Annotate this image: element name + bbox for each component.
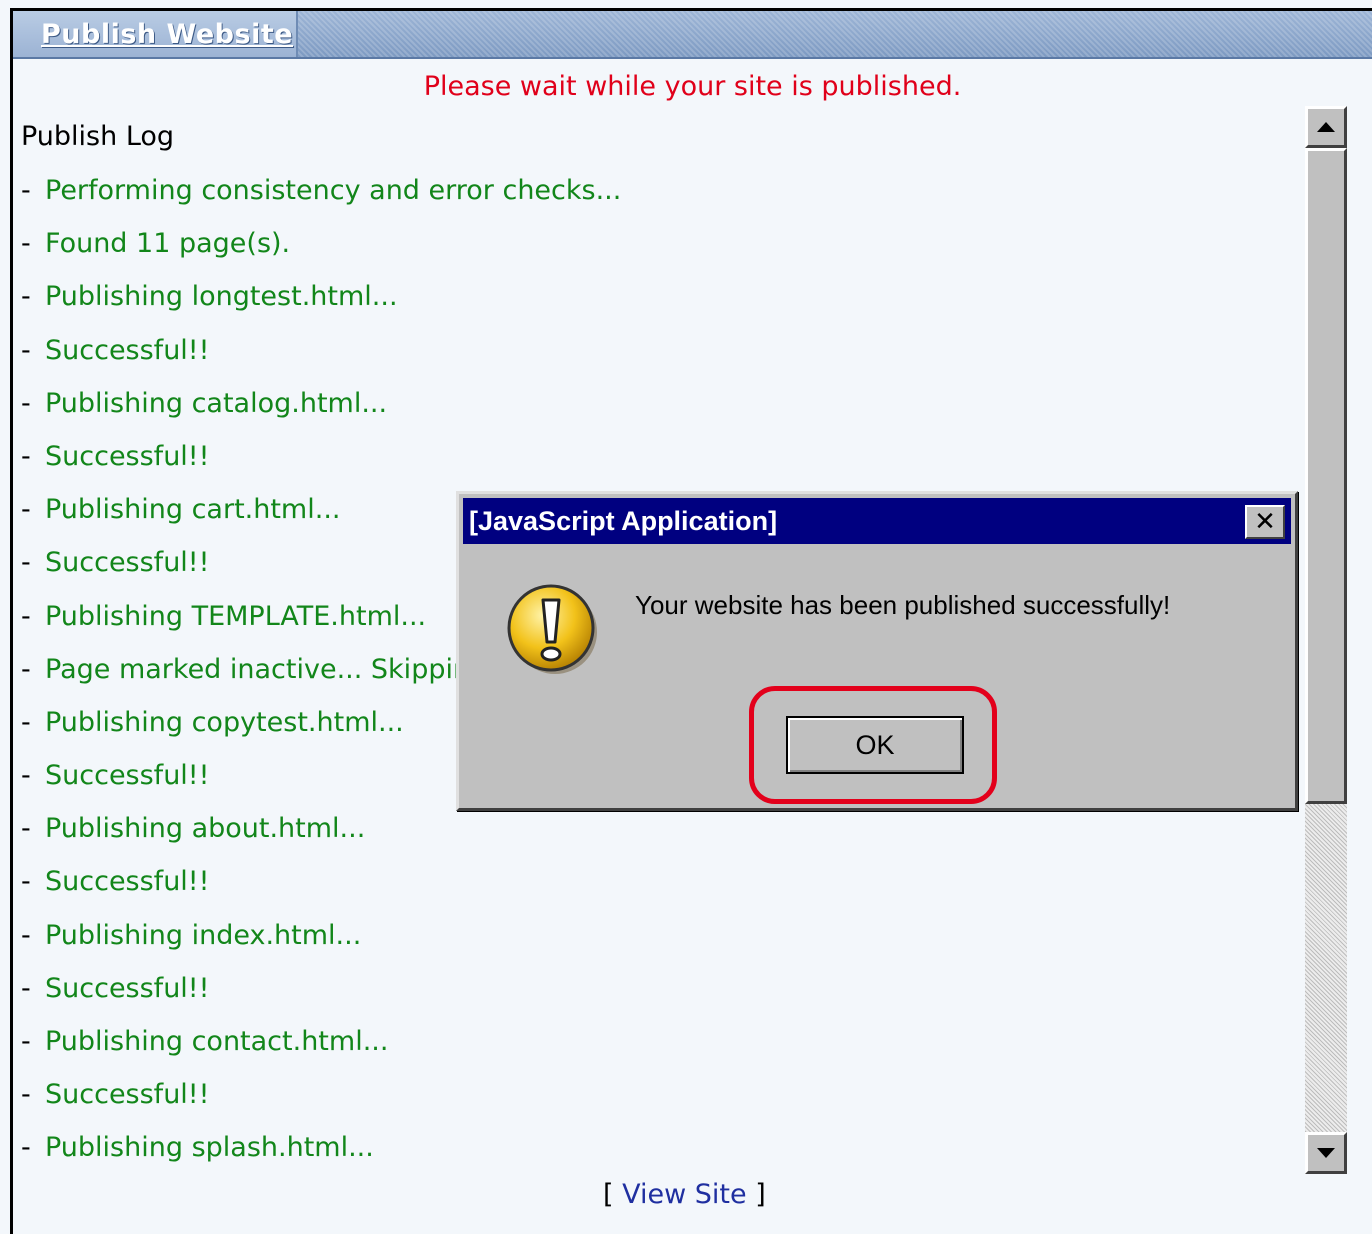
log-entry-text: Performing consistency and error checks.… xyxy=(45,175,622,206)
log-entry-text: Successful!! xyxy=(45,334,210,366)
publish-panel: Publish Website Please wait while your s… xyxy=(10,8,1372,1234)
log-entry-text: Successful!! xyxy=(45,547,210,579)
log-bullet: - xyxy=(21,600,31,632)
dialog-title: [JavaScript Application] xyxy=(469,506,778,536)
log-bullet: - xyxy=(21,228,31,260)
log-entry-text: Publishing about.html... xyxy=(45,813,366,845)
log-entry: - Publishing longtest.html... xyxy=(21,280,621,333)
alert-dialog: [JavaScript Application] ✕ Your website … xyxy=(456,491,1298,811)
log-entry-text: Page marked inactive... Skipping xyxy=(45,653,488,685)
scroll-down-button[interactable] xyxy=(1305,1132,1347,1174)
log-bullet: - xyxy=(21,1079,31,1111)
log-entry: - Publishing catalog.html... xyxy=(21,387,621,440)
log-entry-text: Publishing copytest.html... xyxy=(45,706,404,738)
log-bullet: - xyxy=(21,653,31,685)
open-bracket: [ xyxy=(603,1179,614,1210)
log-entry-text: Publishing TEMPLATE.html... xyxy=(45,600,427,632)
log-entry-text: Publishing longtest.html... xyxy=(45,281,398,313)
log-bullet: - xyxy=(21,1132,31,1164)
log-bullet: - xyxy=(21,334,31,366)
dialog-message: Your website has been published successf… xyxy=(635,590,1171,620)
status-message: Please wait while your site is published… xyxy=(423,71,962,102)
log-entry: - Publishing index.html... xyxy=(21,919,621,972)
scrollbar-thumb[interactable] xyxy=(1305,148,1347,804)
close-bracket: ] xyxy=(755,1179,766,1210)
log-entry: - Publishing splash.html... xyxy=(21,1131,621,1184)
vertical-scrollbar[interactable] xyxy=(1305,106,1347,1174)
dialog-titlebar[interactable]: [JavaScript Application] ✕ xyxy=(463,498,1291,544)
log-entry-text: Publishing contact.html... xyxy=(45,1026,389,1057)
panel-title[interactable]: Publish Website xyxy=(41,19,293,50)
ok-button[interactable]: OK xyxy=(786,716,964,774)
log-bullet: - xyxy=(21,547,31,579)
log-entry-text: Successful!! xyxy=(45,440,210,472)
log-entry-text: Publishing catalog.html... xyxy=(45,387,388,419)
log-entry: - Successful!! xyxy=(21,865,621,918)
log-entry: - Publishing contact.html... xyxy=(21,1025,621,1078)
log-entry: - Successful!! xyxy=(21,334,621,387)
log-bullet: - xyxy=(21,440,31,472)
log-entry: - Performing consistency and error checks… xyxy=(21,174,621,227)
log-entry-text: Publishing splash.html... xyxy=(45,1132,374,1164)
log-bullet: - xyxy=(21,866,31,898)
log-bullet: - xyxy=(21,919,31,951)
log-bullet: - xyxy=(21,387,31,419)
close-icon[interactable]: ✕ xyxy=(1245,505,1285,539)
log-bullet: - xyxy=(21,175,31,206)
log-bullet: - xyxy=(21,760,31,792)
log-entry-text: Publishing index.html... xyxy=(45,919,362,951)
log-bullet: - xyxy=(21,972,31,1004)
arrow-down-icon xyxy=(1317,1148,1335,1158)
view-site-link-wrapper: [ View Site ] xyxy=(603,1179,766,1210)
arrow-up-icon xyxy=(1317,122,1335,132)
log-heading: Publish Log xyxy=(21,121,175,152)
log-entry-text: Successful!! xyxy=(45,1079,210,1111)
log-bullet: - xyxy=(21,706,31,738)
log-bullet: - xyxy=(21,281,31,313)
view-site-link[interactable]: View Site xyxy=(622,1179,747,1210)
log-entry-text: Successful!! xyxy=(45,972,210,1004)
log-entry: - Found 11 page(s). xyxy=(21,227,621,280)
panel-titlebar: Publish Website xyxy=(13,11,1372,59)
log-entry-text: Found 11 page(s). xyxy=(45,228,291,260)
log-entry: - Successful!! xyxy=(21,972,621,1025)
warning-exclamation-icon xyxy=(507,584,597,674)
scroll-up-button[interactable] xyxy=(1305,106,1347,148)
log-entry-text: Successful!! xyxy=(45,866,210,898)
title-tab[interactable]: Publish Website xyxy=(13,11,298,57)
log-bullet: - xyxy=(21,494,31,526)
log-entry-text: Publishing cart.html... xyxy=(45,494,341,526)
log-entry: - Successful!! xyxy=(21,440,621,493)
log-entry: - Successful!! xyxy=(21,1078,621,1131)
log-bullet: - xyxy=(21,813,31,845)
log-entry: - Publishing about.html... xyxy=(21,812,621,865)
log-entry-text: Successful!! xyxy=(45,760,210,792)
log-bullet: - xyxy=(21,1026,31,1057)
